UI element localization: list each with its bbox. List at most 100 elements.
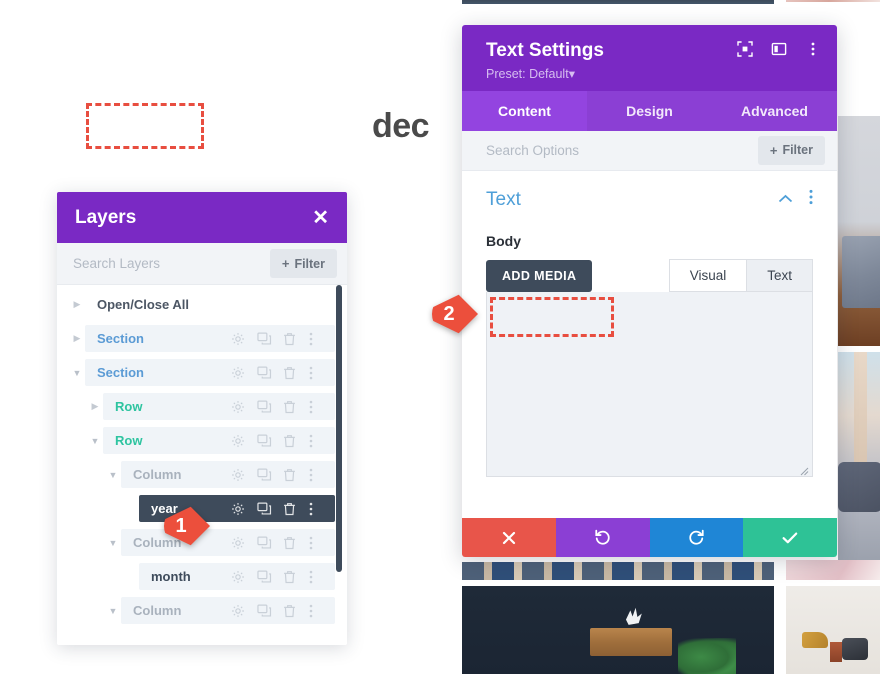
trash-icon[interactable] xyxy=(283,468,297,482)
layer-row-row[interactable]: ▼ Row xyxy=(87,427,335,454)
more-options-icon[interactable] xyxy=(309,434,323,448)
layer-row-column[interactable]: ▼ Column xyxy=(105,529,335,556)
undo-button[interactable] xyxy=(555,518,650,557)
duplicate-icon[interactable] xyxy=(257,468,272,482)
gear-icon[interactable] xyxy=(231,570,245,584)
duplicate-icon[interactable] xyxy=(257,332,272,346)
background-photo-top-strip xyxy=(462,0,774,4)
resize-handle-icon[interactable] xyxy=(799,463,809,476)
duplicate-icon[interactable] xyxy=(257,570,272,584)
layer-chip[interactable]: month xyxy=(139,563,335,590)
layers-scrollbar[interactable] xyxy=(336,285,342,572)
more-options-icon[interactable] xyxy=(809,189,813,210)
more-options-icon[interactable] xyxy=(309,502,323,516)
background-photo-denim-strip xyxy=(462,562,774,580)
layer-chip[interactable]: Section xyxy=(85,359,335,386)
redo-icon xyxy=(688,529,705,546)
trash-icon[interactable] xyxy=(283,434,297,448)
layer-chip[interactable]: Column xyxy=(121,461,335,488)
dock-layout-icon[interactable] xyxy=(771,41,787,57)
more-options-icon[interactable] xyxy=(309,332,323,346)
empty-text-module-placeholder[interactable] xyxy=(86,103,204,149)
duplicate-icon[interactable] xyxy=(257,434,272,448)
trash-icon[interactable] xyxy=(283,570,297,584)
tab-content[interactable]: Content xyxy=(462,90,587,131)
more-options-icon[interactable] xyxy=(309,366,323,380)
marker-number: 1 xyxy=(175,514,187,537)
options-search-input[interactable]: Search Options xyxy=(486,143,579,158)
gear-icon[interactable] xyxy=(231,332,245,346)
layers-filter-button[interactable]: + Filter xyxy=(269,249,337,278)
gear-icon[interactable] xyxy=(231,366,245,380)
trash-icon[interactable] xyxy=(283,604,297,618)
layer-row-section[interactable]: ▶ Section xyxy=(69,325,335,352)
layer-row-open-close-all[interactable]: ▶ Open/Close All xyxy=(69,291,335,318)
more-options-icon[interactable] xyxy=(309,400,323,414)
tab-design[interactable]: Design xyxy=(587,91,712,131)
layer-chip[interactable]: Row xyxy=(103,393,335,420)
layer-row-column[interactable]: ▼ Column xyxy=(105,597,335,624)
chevron-right-icon[interactable]: ▶ xyxy=(69,333,85,344)
more-options-icon[interactable] xyxy=(309,536,323,550)
more-options-icon[interactable] xyxy=(309,468,323,482)
callout-marker-1: 1 xyxy=(164,506,210,546)
preset-selector[interactable]: Preset: Default▾ xyxy=(486,66,819,81)
add-media-button[interactable]: ADD MEDIA xyxy=(486,259,593,292)
layer-row-row[interactable]: ▶ Row xyxy=(87,393,335,420)
trash-icon[interactable] xyxy=(283,366,297,380)
layer-chip[interactable]: Section xyxy=(85,325,335,352)
tab-advanced[interactable]: Advanced xyxy=(712,91,837,131)
redo-button[interactable] xyxy=(649,518,744,557)
trash-icon[interactable] xyxy=(283,332,297,346)
layer-chip[interactable]: Open/Close All xyxy=(85,291,335,318)
gear-icon[interactable] xyxy=(231,604,245,618)
plus-icon: + xyxy=(769,142,778,158)
chevron-down-icon[interactable]: ▼ xyxy=(105,538,121,548)
more-options-icon[interactable] xyxy=(309,604,323,618)
gear-icon[interactable] xyxy=(231,400,245,414)
duplicate-icon[interactable] xyxy=(257,502,272,516)
layer-row-column[interactable]: ▼ Column xyxy=(105,461,335,488)
marker-number: 2 xyxy=(443,302,455,325)
duplicate-icon[interactable] xyxy=(257,604,272,618)
layer-row-year[interactable]: year xyxy=(123,495,335,522)
text-settings-tabs: Content Design Advanced xyxy=(462,90,837,131)
duplicate-icon[interactable] xyxy=(257,400,272,414)
layer-chip[interactable]: Column xyxy=(121,597,335,624)
chevron-up-icon[interactable] xyxy=(778,191,793,209)
chevron-down-icon[interactable]: ▼ xyxy=(87,436,103,446)
trash-icon[interactable] xyxy=(283,400,297,414)
chevron-down-icon[interactable]: ▼ xyxy=(69,368,85,378)
gear-icon[interactable] xyxy=(231,536,245,550)
save-button[interactable] xyxy=(743,518,837,557)
editor-mode-tabs: Visual Text xyxy=(668,258,813,292)
cancel-button[interactable] xyxy=(462,518,556,557)
options-filter-button[interactable]: + Filter xyxy=(757,135,825,165)
trash-icon[interactable] xyxy=(283,536,297,550)
more-options-icon[interactable] xyxy=(309,570,323,584)
chevron-right-icon[interactable]: ▶ xyxy=(87,401,103,412)
layer-chip[interactable]: Column xyxy=(121,529,335,556)
gear-icon[interactable] xyxy=(231,468,245,482)
chevron-right-icon[interactable]: ▶ xyxy=(69,299,85,310)
undo-icon xyxy=(594,529,611,546)
layer-row-icons xyxy=(231,536,335,550)
trash-icon[interactable] xyxy=(283,502,297,516)
close-icon[interactable]: ✕ xyxy=(312,208,329,228)
layers-search-input[interactable]: Search Layers xyxy=(73,256,160,271)
chevron-down-icon[interactable]: ▼ xyxy=(105,606,121,616)
editor-tab-visual[interactable]: Visual xyxy=(668,258,748,292)
layer-row-month[interactable]: month xyxy=(123,563,335,590)
gear-icon[interactable] xyxy=(231,502,245,516)
chevron-down-icon[interactable]: ▼ xyxy=(105,470,121,480)
layer-row-section[interactable]: ▼ Section xyxy=(69,359,335,386)
duplicate-icon[interactable] xyxy=(257,366,272,380)
gear-icon[interactable] xyxy=(231,434,245,448)
layer-label: Column xyxy=(133,467,182,482)
layer-row-icons xyxy=(231,332,335,346)
layer-chip[interactable]: Row xyxy=(103,427,335,454)
more-options-icon[interactable] xyxy=(805,41,821,57)
duplicate-icon[interactable] xyxy=(257,536,272,550)
expand-icon[interactable] xyxy=(737,41,753,57)
editor-tab-text[interactable]: Text xyxy=(747,258,813,292)
